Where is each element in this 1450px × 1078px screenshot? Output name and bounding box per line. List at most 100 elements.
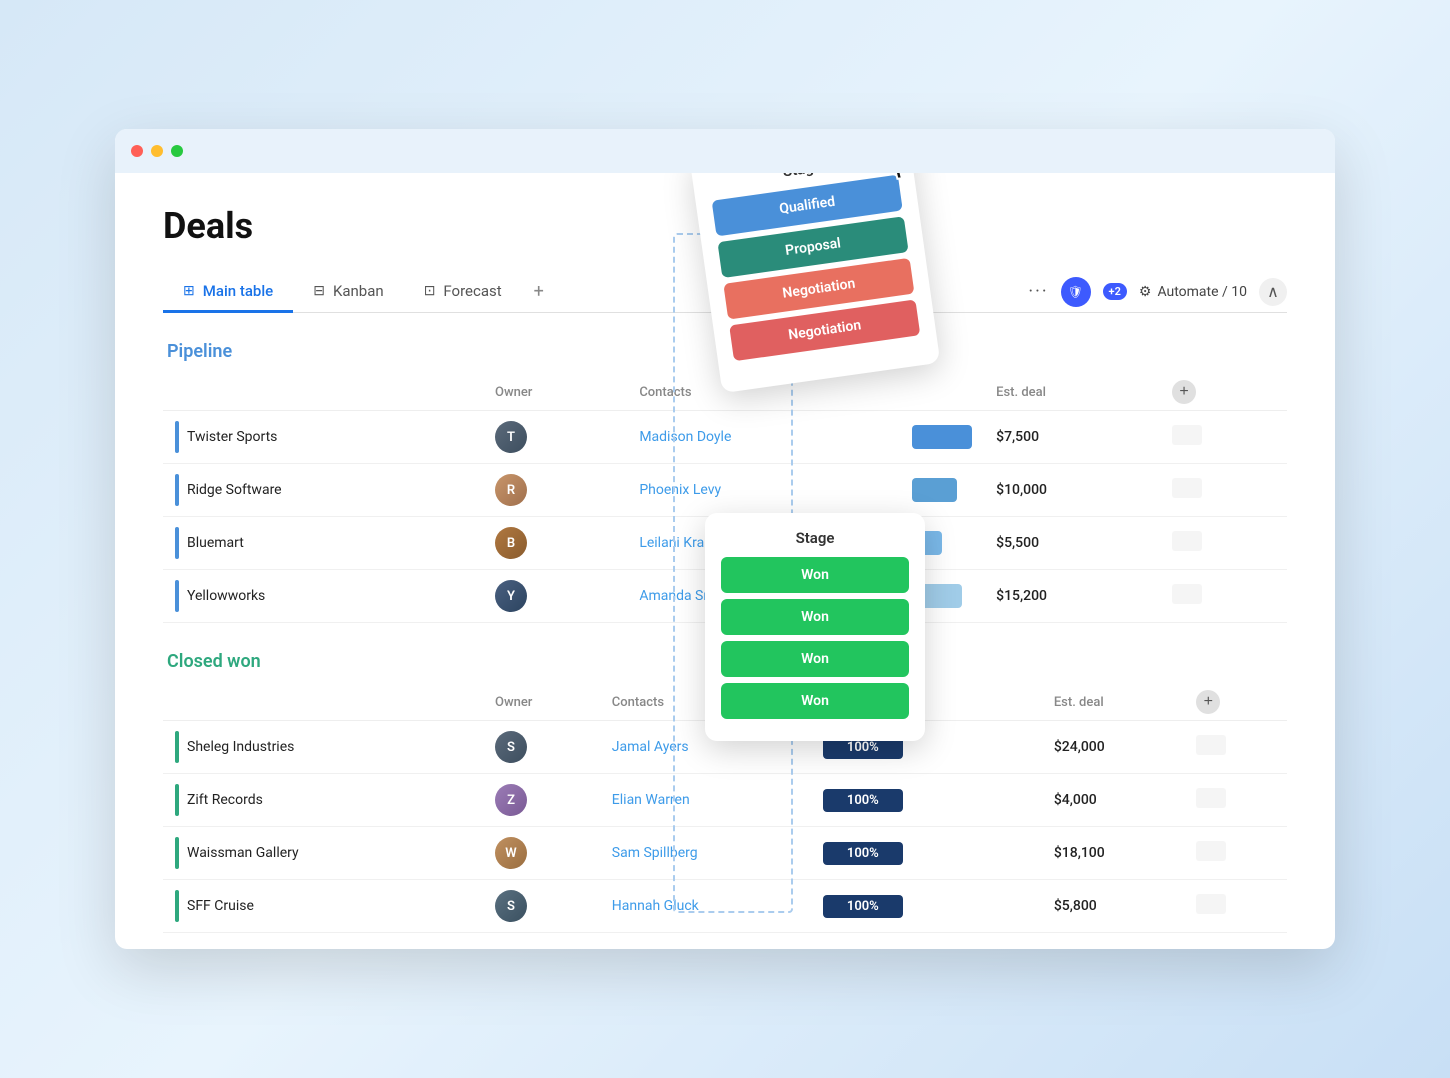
deal-indicator bbox=[175, 784, 179, 816]
titlebar bbox=[115, 129, 1335, 173]
more-options-button[interactable]: ··· bbox=[1028, 281, 1048, 302]
deal-indicator bbox=[175, 890, 179, 922]
empty-cell bbox=[1196, 894, 1226, 914]
deal-name: Waissman Gallery bbox=[187, 845, 299, 861]
avatar: R bbox=[495, 474, 527, 506]
deal-name-cell: Zift Records bbox=[163, 774, 483, 827]
est-deal-cell: $24,000 bbox=[1042, 721, 1184, 774]
deal-name-cell: Ridge Software bbox=[163, 464, 483, 517]
automate-label: Automate / 10 bbox=[1157, 284, 1247, 300]
maximize-dot[interactable] bbox=[171, 145, 183, 157]
empty-cell bbox=[1172, 584, 1202, 604]
close-dot[interactable] bbox=[131, 145, 143, 157]
avatar: Z bbox=[495, 784, 527, 816]
owner-cell: W bbox=[483, 827, 600, 880]
est-deal-cell: $5,500 bbox=[984, 517, 1160, 570]
deal-name-cell: SFF Cruise bbox=[163, 880, 483, 933]
avatar: W bbox=[495, 837, 527, 869]
empty-cell bbox=[1172, 478, 1202, 498]
table-row: Zift Records Z Elian Warren 100% $4,000 bbox=[163, 774, 1287, 827]
contact-cell[interactable]: Elian Warren bbox=[600, 774, 811, 827]
kanban-icon: ⊟ bbox=[313, 283, 325, 299]
avatar: S bbox=[495, 890, 527, 922]
tab-forecast[interactable]: ⊡ Forecast bbox=[404, 272, 522, 313]
pipeline-owner-col: Owner bbox=[483, 374, 627, 411]
stage-option-won-3[interactable]: Won bbox=[721, 641, 909, 677]
deal-name: Sheleg Industries bbox=[187, 739, 294, 755]
deal-name-cell: Waissman Gallery bbox=[163, 827, 483, 880]
deal-indicator bbox=[175, 580, 179, 612]
deal-name-cell: Sheleg Industries bbox=[163, 721, 483, 774]
forecast-label: Forecast bbox=[443, 282, 501, 300]
contact-cell[interactable]: Phoenix Levy bbox=[627, 464, 900, 517]
stage-bar-cell bbox=[900, 411, 984, 464]
est-deal-cell: $18,100 bbox=[1042, 827, 1184, 880]
owner-cell: S bbox=[483, 721, 600, 774]
probability-bar: 100% bbox=[823, 842, 903, 865]
est-deal-cell: $5,800 bbox=[1042, 880, 1184, 933]
window-content: Deals ⊞ Main table ⊟ Kanban ⊡ Forecast +… bbox=[115, 173, 1335, 949]
deal-name-cell: Bluemart bbox=[163, 517, 483, 570]
stage-option-won-1[interactable]: Won bbox=[721, 557, 909, 593]
stage-bar-cell bbox=[900, 464, 984, 517]
deal-indicator bbox=[175, 837, 179, 869]
stage-bar bbox=[912, 478, 957, 502]
main-window: Deals ⊞ Main table ⊟ Kanban ⊡ Forecast +… bbox=[115, 129, 1335, 949]
tabs-right-actions: ··· 🛡 +2 ⚙ Automate / 10 ∧ bbox=[1028, 277, 1287, 307]
automate-button[interactable]: ⚙ Automate / 10 bbox=[1139, 284, 1247, 300]
est-deal-cell: $4,000 bbox=[1042, 774, 1184, 827]
contact-cell[interactable]: Madison Doyle bbox=[627, 411, 900, 464]
owner-cell: S bbox=[483, 880, 600, 933]
table-row: Ridge Software R Phoenix Levy $10,000 bbox=[163, 464, 1287, 517]
deal-name-cell: Twister Sports bbox=[163, 411, 483, 464]
est-deal-cell: $15,200 bbox=[984, 570, 1160, 623]
stage-dropdown-panel-2[interactable]: Stage Won Won Won Won bbox=[705, 513, 925, 741]
pipeline-stage-col bbox=[900, 374, 984, 411]
tab-main-table[interactable]: ⊞ Main table bbox=[163, 272, 293, 313]
deal-name: Twister Sports bbox=[187, 429, 277, 445]
pipeline-name-col bbox=[163, 374, 483, 411]
empty-cell bbox=[1172, 425, 1202, 445]
pipeline-add-col-button[interactable]: + bbox=[1172, 380, 1196, 404]
owner-cell: B bbox=[483, 517, 627, 570]
add-tab-button[interactable]: + bbox=[522, 271, 556, 312]
prob-cell: 100% bbox=[811, 774, 1042, 827]
automate-icon: ⚙ bbox=[1139, 284, 1152, 300]
owner-cell: T bbox=[483, 411, 627, 464]
contact-link[interactable]: Phoenix Levy bbox=[639, 482, 721, 498]
contact-link[interactable]: Sam Spillberg bbox=[612, 845, 698, 861]
kanban-label: Kanban bbox=[333, 282, 384, 300]
main-table-icon: ⊞ bbox=[183, 283, 195, 299]
contact-link[interactable]: Elian Warren bbox=[612, 792, 690, 808]
est-deal-cell: $10,000 bbox=[984, 464, 1160, 517]
deal-indicator bbox=[175, 474, 179, 506]
deal-indicator bbox=[175, 527, 179, 559]
avatar: B bbox=[495, 527, 527, 559]
probability-bar: 100% bbox=[823, 895, 903, 918]
stage-bar bbox=[912, 425, 972, 449]
deal-name-cell: Yellowworks bbox=[163, 570, 483, 623]
probability-bar: 100% bbox=[823, 789, 903, 812]
contact-cell[interactable]: Sam Spillberg bbox=[600, 827, 811, 880]
stage-dropdown-panel-1[interactable]: Stage Qualified Proposal Negotiation Neg… bbox=[690, 173, 941, 393]
contact-cell[interactable]: Hannah Gluck bbox=[600, 880, 811, 933]
tab-kanban[interactable]: ⊟ Kanban bbox=[293, 272, 403, 313]
contact-link[interactable]: Jamal Ayers bbox=[612, 739, 689, 755]
collapse-button[interactable]: ∧ bbox=[1259, 278, 1287, 306]
stage-option-won-2[interactable]: Won bbox=[721, 599, 909, 635]
closed-add-col-button[interactable]: + bbox=[1196, 690, 1220, 714]
contact-link[interactable]: Hannah Gluck bbox=[612, 898, 699, 914]
closed-est-deal-col: Est. deal bbox=[1042, 684, 1184, 721]
deal-name: SFF Cruise bbox=[187, 898, 254, 914]
deal-name: Zift Records bbox=[187, 792, 263, 808]
empty-cell bbox=[1196, 735, 1226, 755]
contact-link[interactable]: Madison Doyle bbox=[639, 429, 731, 445]
table-row: Twister Sports T Madison Doyle $7,500 bbox=[163, 411, 1287, 464]
prob-cell: 100% bbox=[811, 827, 1042, 880]
minimize-dot[interactable] bbox=[151, 145, 163, 157]
share-button[interactable]: 🛡 bbox=[1061, 277, 1091, 307]
stage-option-won-4[interactable]: Won bbox=[721, 683, 909, 719]
table-row: SFF Cruise S Hannah Gluck 100% $5,800 bbox=[163, 880, 1287, 933]
deal-indicator bbox=[175, 421, 179, 453]
avatar: S bbox=[495, 731, 527, 763]
